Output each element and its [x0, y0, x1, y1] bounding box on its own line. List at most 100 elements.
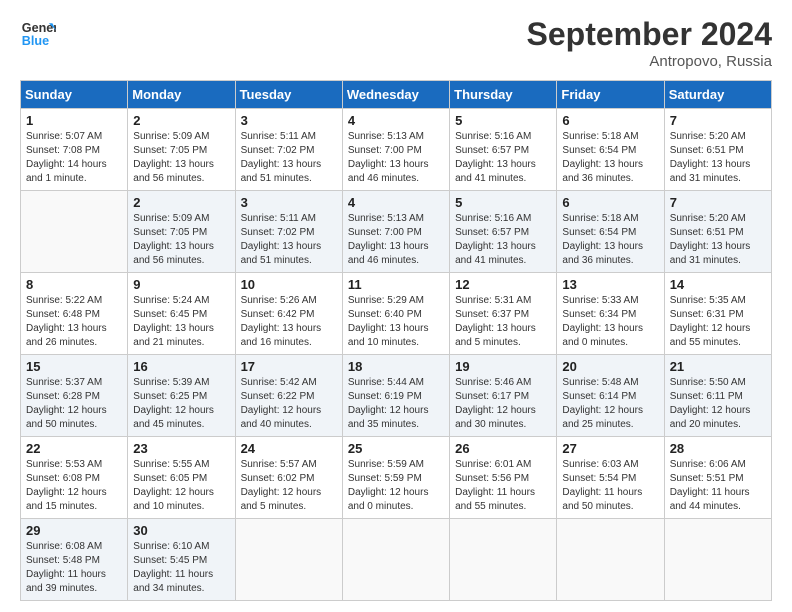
- day-info: Sunrise: 5:07 AM Sunset: 7:08 PM Dayligh…: [26, 130, 122, 186]
- table-row: 9Sunrise: 5:24 AM Sunset: 6:45 PM Daylig…: [128, 273, 235, 355]
- day-info: Sunrise: 5:39 AM Sunset: 6:25 PM Dayligh…: [133, 376, 229, 432]
- day-number: 1: [26, 113, 122, 128]
- day-info: Sunrise: 6:03 AM Sunset: 5:54 PM Dayligh…: [562, 458, 658, 514]
- table-row: 18 Sunrise: 5:44 AM Sunset: 6:19 PM Dayli…: [342, 355, 449, 437]
- calendar-table: Sunday Monday Tuesday Wednesday Thursday…: [20, 80, 772, 601]
- day-info: Sunrise: 6:06 AM Sunset: 5:51 PM Dayligh…: [670, 458, 766, 514]
- header-friday: Friday: [557, 81, 664, 109]
- table-row: 4 Sunrise: 5:13 AM Sunset: 7:00 PM Daylig…: [342, 191, 449, 273]
- day-number: 4: [348, 195, 444, 210]
- table-row: 23 Sunrise: 5:55 AM Sunset: 6:05 PM Dayli…: [128, 437, 235, 519]
- day-number: 20: [562, 359, 658, 374]
- day-info: Sunrise: 5:29 AM Sunset: 6:40 PM Dayligh…: [348, 294, 444, 350]
- day-number: 26: [455, 441, 551, 456]
- table-row: 13Sunrise: 5:33 AM Sunset: 6:34 PM Dayli…: [557, 273, 664, 355]
- day-info: Sunrise: 5:13 AM Sunset: 7:00 PM Dayligh…: [348, 212, 444, 268]
- day-info: Sunrise: 6:01 AM Sunset: 5:56 PM Dayligh…: [455, 458, 551, 514]
- table-row: 4 Sunrise: 5:13 AM Sunset: 7:00 PM Daylig…: [342, 109, 449, 191]
- day-number: 4: [348, 113, 444, 128]
- table-row: 25Sunrise: 5:59 AM Sunset: 5:59 PM Dayli…: [342, 437, 449, 519]
- day-info: Sunrise: 5:11 AM Sunset: 7:02 PM Dayligh…: [241, 130, 337, 186]
- calendar-week-5: 22 Sunrise: 5:53 AM Sunset: 6:08 PM Dayli…: [21, 437, 772, 519]
- table-row: 11 Sunrise: 5:29 AM Sunset: 6:40 PM Dayli…: [342, 273, 449, 355]
- day-info: Sunrise: 5:53 AM Sunset: 6:08 PM Dayligh…: [26, 458, 122, 514]
- day-number: 19: [455, 359, 551, 374]
- table-row: 29Sunrise: 6:08 AM Sunset: 5:48 PM Dayli…: [21, 519, 128, 601]
- day-info: Sunrise: 5:18 AM Sunset: 6:54 PM Dayligh…: [562, 130, 658, 186]
- day-number: 6: [562, 113, 658, 128]
- day-info: Sunrise: 5:16 AM Sunset: 6:57 PM Dayligh…: [455, 212, 551, 268]
- day-number: 9: [133, 277, 229, 292]
- table-row: 3 Sunrise: 5:11 AM Sunset: 7:02 PM Daylig…: [235, 191, 342, 273]
- table-row: [557, 519, 664, 601]
- table-row: 7 Sunrise: 5:20 AM Sunset: 6:51 PM Daylig…: [664, 109, 771, 191]
- day-number: 8: [26, 277, 122, 292]
- day-info: Sunrise: 5:26 AM Sunset: 6:42 PM Dayligh…: [241, 294, 337, 350]
- table-row: 1 Sunrise: 5:07 AM Sunset: 7:08 PM Daylig…: [21, 109, 128, 191]
- day-info: Sunrise: 5:50 AM Sunset: 6:11 PM Dayligh…: [670, 376, 766, 432]
- table-row: 14 Sunrise: 5:35 AM Sunset: 6:31 PM Dayli…: [664, 273, 771, 355]
- day-number: 24: [241, 441, 337, 456]
- header-tuesday: Tuesday: [235, 81, 342, 109]
- header-saturday: Saturday: [664, 81, 771, 109]
- table-row: 16 Sunrise: 5:39 AM Sunset: 6:25 PM Dayli…: [128, 355, 235, 437]
- table-row: 17Sunrise: 5:42 AM Sunset: 6:22 PM Dayli…: [235, 355, 342, 437]
- day-number: 10: [241, 277, 337, 292]
- day-number: 2: [133, 195, 229, 210]
- day-number: 16: [133, 359, 229, 374]
- day-info: Sunrise: 5:57 AM Sunset: 6:02 PM Dayligh…: [241, 458, 337, 514]
- table-row: 12Sunrise: 5:31 AM Sunset: 6:37 PM Dayli…: [450, 273, 557, 355]
- table-row: 15Sunrise: 5:37 AM Sunset: 6:28 PM Dayli…: [21, 355, 128, 437]
- header-sunday: Sunday: [21, 81, 128, 109]
- day-number: 7: [670, 113, 766, 128]
- table-row: [235, 519, 342, 601]
- day-number: 28: [670, 441, 766, 456]
- day-number: 3: [241, 195, 337, 210]
- table-row: 3 Sunrise: 5:11 AM Sunset: 7:02 PM Daylig…: [235, 109, 342, 191]
- table-row: 26 Sunrise: 6:01 AM Sunset: 5:56 PM Dayli…: [450, 437, 557, 519]
- day-number: 15: [26, 359, 122, 374]
- day-number: 12: [455, 277, 551, 292]
- day-number: 22: [26, 441, 122, 456]
- day-number: 14: [670, 277, 766, 292]
- day-number: 11: [348, 277, 444, 292]
- day-number: 6: [562, 195, 658, 210]
- table-row: 7Sunrise: 5:20 AM Sunset: 6:51 PM Daylig…: [664, 191, 771, 273]
- table-row: 6 Sunrise: 5:18 AM Sunset: 6:54 PM Daylig…: [557, 191, 664, 273]
- table-row: [342, 519, 449, 601]
- day-info: Sunrise: 5:55 AM Sunset: 6:05 PM Dayligh…: [133, 458, 229, 514]
- calendar-week-2: 2 Sunrise: 5:09 AM Sunset: 7:05 PM Daylig…: [21, 191, 772, 273]
- day-info: Sunrise: 5:44 AM Sunset: 6:19 PM Dayligh…: [348, 376, 444, 432]
- table-row: 22 Sunrise: 5:53 AM Sunset: 6:08 PM Dayli…: [21, 437, 128, 519]
- table-row: 28 Sunrise: 6:06 AM Sunset: 5:51 PM Dayli…: [664, 437, 771, 519]
- day-info: Sunrise: 5:09 AM Sunset: 7:05 PM Dayligh…: [133, 212, 229, 268]
- day-number: 18: [348, 359, 444, 374]
- day-info: Sunrise: 5:33 AM Sunset: 6:34 PM Dayligh…: [562, 294, 658, 350]
- table-row: 19Sunrise: 5:46 AM Sunset: 6:17 PM Dayli…: [450, 355, 557, 437]
- day-info: Sunrise: 5:11 AM Sunset: 7:02 PM Dayligh…: [241, 212, 337, 268]
- title-block: September 2024 Antropovo, Russia: [527, 16, 772, 70]
- day-number: 2: [133, 113, 229, 128]
- table-row: 10 Sunrise: 5:26 AM Sunset: 6:42 PM Dayli…: [235, 273, 342, 355]
- day-number: 5: [455, 195, 551, 210]
- day-info: Sunrise: 5:13 AM Sunset: 7:00 PM Dayligh…: [348, 130, 444, 186]
- day-number: 23: [133, 441, 229, 456]
- day-info: Sunrise: 5:42 AM Sunset: 6:22 PM Dayligh…: [241, 376, 337, 432]
- day-info: Sunrise: 5:35 AM Sunset: 6:31 PM Dayligh…: [670, 294, 766, 350]
- calendar-week-1: 1 Sunrise: 5:07 AM Sunset: 7:08 PM Daylig…: [21, 109, 772, 191]
- day-info: Sunrise: 5:18 AM Sunset: 6:54 PM Dayligh…: [562, 212, 658, 268]
- table-row: [21, 191, 128, 273]
- logo: General Blue: [20, 16, 60, 52]
- day-info: Sunrise: 5:20 AM Sunset: 6:51 PM Dayligh…: [670, 130, 766, 186]
- day-info: Sunrise: 5:22 AM Sunset: 6:48 PM Dayligh…: [26, 294, 122, 350]
- header-monday: Monday: [128, 81, 235, 109]
- table-row: 5Sunrise: 5:16 AM Sunset: 6:57 PM Daylig…: [450, 109, 557, 191]
- table-row: 2 Sunrise: 5:09 AM Sunset: 7:05 PM Daylig…: [128, 191, 235, 273]
- page: General Blue September 2024 Antropovo, R…: [0, 0, 792, 612]
- table-row: 20Sunrise: 5:48 AM Sunset: 6:14 PM Dayli…: [557, 355, 664, 437]
- svg-text:Blue: Blue: [22, 34, 49, 48]
- table-row: [450, 519, 557, 601]
- calendar-header-row: Sunday Monday Tuesday Wednesday Thursday…: [21, 81, 772, 109]
- day-number: 3: [241, 113, 337, 128]
- day-info: Sunrise: 5:09 AM Sunset: 7:05 PM Dayligh…: [133, 130, 229, 186]
